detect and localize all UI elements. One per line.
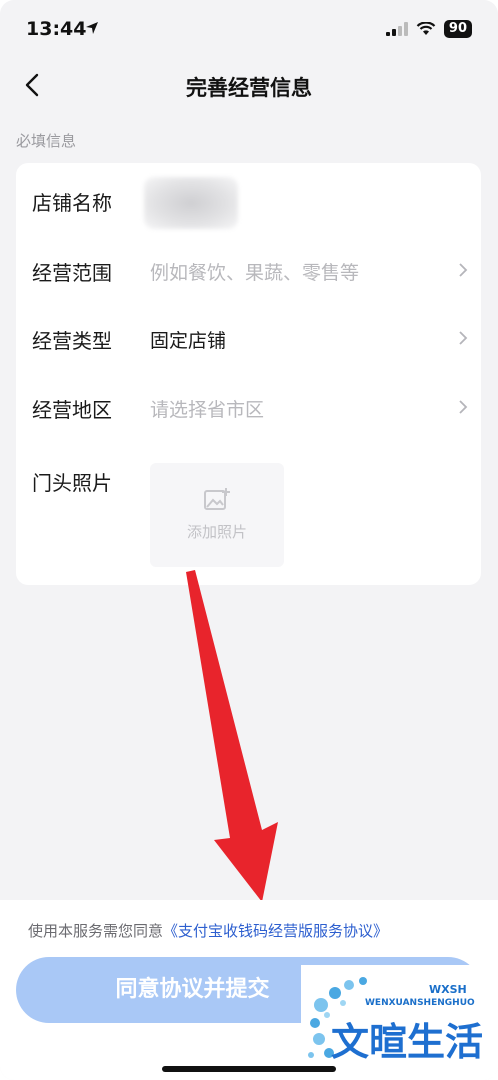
agreement-link[interactable]: 《支付宝收钱码经营版服务协议》 — [163, 922, 388, 940]
location-arrow-icon — [86, 22, 98, 34]
storefront-photo-label: 门头照片 — [32, 471, 112, 495]
status-bar: 13:44 90 — [0, 0, 498, 60]
phone-screen: 13:44 90 完善经营信息 必填信息 店铺名称 经营范围 例如餐饮、果蔬、零… — [0, 0, 498, 1080]
agreement-prefix: 使用本服务需您同意 — [28, 922, 164, 940]
business-scope-row[interactable]: 经营范围 例如餐饮、果蔬、零售等 — [16, 239, 481, 299]
page-title: 完善经营信息 — [186, 76, 312, 100]
business-type-row[interactable]: 经营类型 固定店铺 — [16, 307, 481, 367]
business-type-value[interactable]: 固定店铺 — [150, 326, 226, 353]
chevron-right-icon — [459, 263, 468, 277]
watermark-graphic: WENXUANSHENGHUO WXSH 文暄生活 — [308, 977, 483, 1064]
watermark-brand: 文暄生活 — [331, 1020, 483, 1064]
status-icons: 90 — [385, 20, 472, 38]
section-label-required: 必填信息 — [16, 132, 77, 150]
cellular-signal-icon — [385, 22, 408, 36]
watermark-abbr: WXSH — [429, 983, 467, 996]
watermark-pinyin: WENXUANSHENGHUO — [365, 998, 475, 1008]
home-indicator — [162, 1066, 336, 1072]
business-region-row[interactable]: 经营地区 请选择省市区 — [16, 376, 481, 436]
business-scope-input[interactable]: 例如餐饮、果蔬、零售等 — [150, 258, 359, 285]
business-type-label: 经营类型 — [32, 329, 112, 353]
add-photo-button[interactable]: 添加照片 — [150, 463, 284, 567]
business-region-select[interactable]: 请选择省市区 — [150, 395, 264, 422]
add-photo-text: 添加照片 — [186, 523, 247, 541]
form-card: 店铺名称 经营范围 例如餐饮、果蔬、零售等 经营类型 固定店铺 经营地区 请选择… — [16, 163, 481, 585]
store-name-value-redacted[interactable] — [144, 177, 238, 229]
status-time: 13:44 — [26, 18, 87, 40]
battery-indicator: 90 — [443, 20, 472, 38]
business-region-label: 经营地区 — [32, 398, 112, 422]
agreement-notice: 使用本服务需您同意《支付宝收钱码经营版服务协议》 — [28, 920, 388, 941]
wifi-icon — [416, 22, 436, 35]
submit-button-label: 同意协议并提交 — [115, 977, 270, 1002]
chevron-right-icon — [459, 331, 468, 345]
chevron-right-icon — [459, 400, 468, 414]
store-name-row[interactable]: 店铺名称 — [16, 169, 481, 229]
navigation-bar: 完善经营信息 — [0, 58, 498, 110]
business-scope-label: 经营范围 — [32, 261, 112, 285]
add-image-icon — [204, 488, 230, 510]
store-name-label: 店铺名称 — [32, 191, 112, 215]
watermark-logo: WENXUANSHENGHUO WXSH 文暄生活 — [301, 965, 498, 1080]
